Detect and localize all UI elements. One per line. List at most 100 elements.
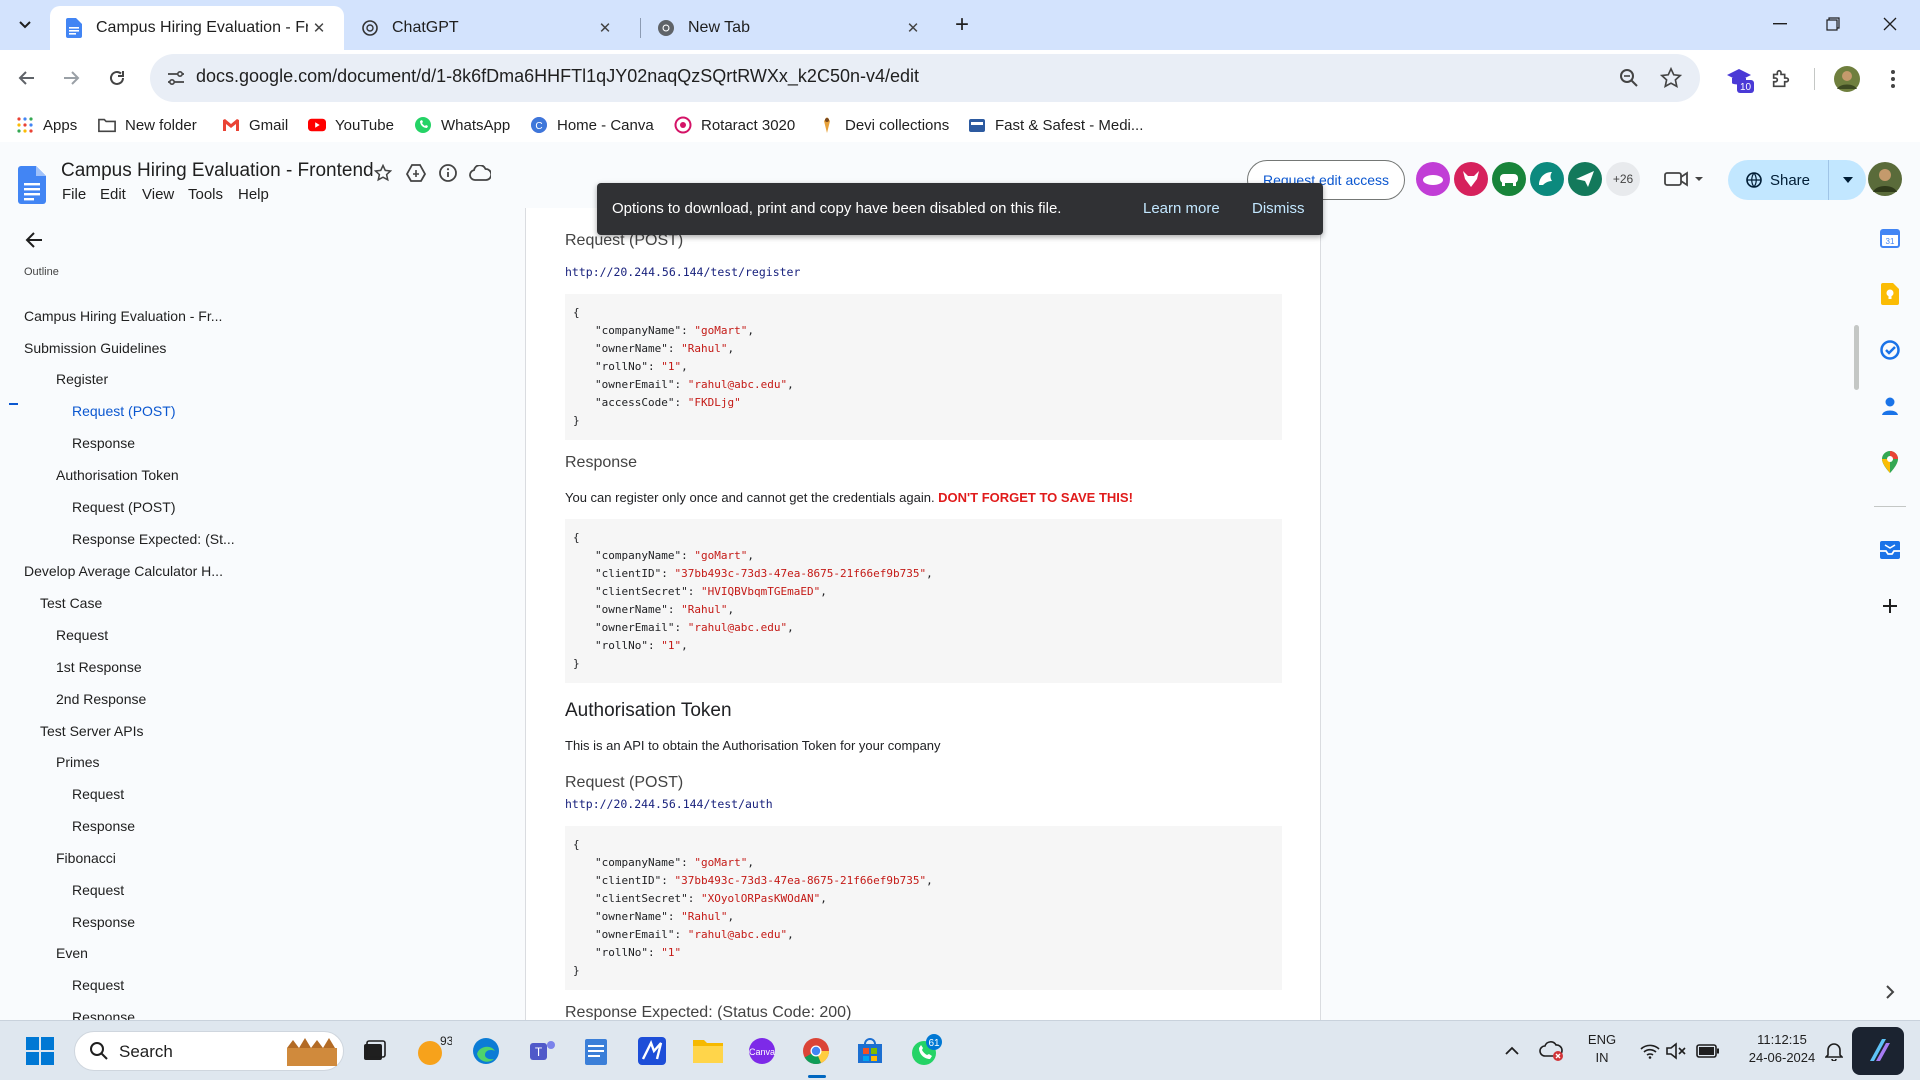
- outline-item[interactable]: Request: [72, 882, 124, 898]
- bookmark-devi-collections[interactable]: Devi collections: [818, 113, 949, 137]
- bookmark-rotaract[interactable]: Rotaract 3020: [674, 113, 795, 137]
- taskbar-search[interactable]: Search: [74, 1031, 344, 1071]
- info-icon[interactable]: [437, 162, 459, 184]
- docs-logo-icon[interactable]: [18, 166, 46, 204]
- tab-new-tab[interactable]: New Tab ✕: [642, 6, 938, 50]
- avatar[interactable]: [1454, 162, 1488, 196]
- keep-icon[interactable]: [1878, 282, 1902, 306]
- outline-item[interactable]: Request (POST): [72, 403, 175, 419]
- outline-item[interactable]: Response: [72, 818, 135, 834]
- avatar[interactable]: [1530, 162, 1564, 196]
- weather-widget[interactable]: 93°: [412, 1031, 452, 1071]
- bookmark-gmail[interactable]: Gmail: [222, 113, 288, 137]
- outline-item[interactable]: Test Case: [40, 595, 102, 611]
- task-view-button[interactable]: [354, 1031, 394, 1071]
- outline-item[interactable]: Test Server APIs: [40, 723, 143, 739]
- onedrive-status[interactable]: [1532, 1031, 1572, 1071]
- mail-tray-icon[interactable]: [1878, 538, 1902, 562]
- bookmark-canva[interactable]: C Home - Canva: [530, 113, 654, 137]
- extension-hat-button[interactable]: 10: [1720, 60, 1758, 98]
- contacts-icon[interactable]: [1878, 394, 1902, 418]
- outline-item[interactable]: Register: [56, 371, 108, 387]
- share-main[interactable]: Share: [1728, 172, 1828, 189]
- restore-button[interactable]: [1803, 4, 1863, 44]
- bookmark-whatsapp[interactable]: WhatsApp: [414, 113, 510, 137]
- add-addon-icon[interactable]: [1878, 594, 1902, 618]
- notifications-button[interactable]: [1814, 1031, 1854, 1071]
- bookmark-youtube[interactable]: YouTube: [308, 113, 394, 137]
- share-button[interactable]: Share: [1728, 160, 1866, 200]
- meet-button[interactable]: [1660, 164, 1708, 194]
- forward-button[interactable]: [52, 59, 90, 97]
- document-title[interactable]: Campus Hiring Evaluation - Frontend: [61, 160, 374, 182]
- start-button[interactable]: [20, 1031, 60, 1071]
- tab-docs[interactable]: Campus Hiring Evaluation - Fro ✕: [50, 6, 344, 50]
- outline-item[interactable]: Response Expected: (St...: [72, 531, 235, 547]
- taskbar-notepad[interactable]: [576, 1031, 616, 1071]
- menu-tools[interactable]: Tools: [188, 186, 223, 203]
- taskbar-store[interactable]: [850, 1031, 890, 1071]
- back-button[interactable]: [8, 59, 46, 97]
- tasks-icon[interactable]: [1878, 338, 1902, 362]
- zoom-icon[interactable]: [1615, 64, 1643, 92]
- menu-edit[interactable]: Edit: [100, 186, 126, 203]
- taskbar-teams[interactable]: T: [522, 1031, 562, 1071]
- outline-item[interactable]: 2nd Response: [56, 691, 146, 707]
- address-bar[interactable]: docs.google.com/document/d/1-8k6fDma6HHF…: [150, 54, 1700, 102]
- outline-item[interactable]: Authorisation Token: [56, 467, 179, 483]
- profile-button[interactable]: [1828, 60, 1866, 98]
- avatar[interactable]: [1416, 162, 1450, 196]
- bookmark-star-icon[interactable]: [1657, 64, 1685, 92]
- tab-search-button[interactable]: [10, 10, 40, 40]
- outline-item[interactable]: Response: [72, 435, 135, 451]
- star-icon[interactable]: [372, 162, 394, 184]
- bookmark-fast-safest[interactable]: Fast & Safest - Medi...: [968, 113, 1143, 137]
- show-hidden-icons-button[interactable]: [1492, 1031, 1532, 1071]
- outline-item[interactable]: Primes: [56, 754, 100, 770]
- copilot-button[interactable]: [1852, 1027, 1904, 1075]
- taskbar-whatsapp[interactable]: 61: [906, 1031, 946, 1071]
- outline-item[interactable]: Even: [56, 945, 88, 961]
- vertical-scrollbar[interactable]: [1854, 325, 1859, 390]
- browser-menu-button[interactable]: [1874, 60, 1912, 98]
- avatar[interactable]: [1492, 162, 1526, 196]
- close-window-button[interactable]: [1860, 4, 1920, 44]
- dismiss-button[interactable]: Dismiss: [1252, 200, 1305, 217]
- language-indicator[interactable]: ENG IN: [1580, 1031, 1624, 1067]
- close-icon[interactable]: ✕: [902, 17, 924, 39]
- learn-more-link[interactable]: Learn more: [1143, 200, 1220, 217]
- calendar-icon[interactable]: 31: [1878, 226, 1902, 250]
- more-collaborators-badge[interactable]: +26: [1606, 162, 1640, 196]
- outline-item[interactable]: Develop Average Calculator H...: [24, 563, 223, 579]
- taskbar-canva[interactable]: Canva: [742, 1031, 782, 1071]
- reload-button[interactable]: [98, 59, 136, 97]
- maps-icon[interactable]: [1878, 450, 1902, 474]
- menu-file[interactable]: File: [62, 186, 86, 203]
- menu-view[interactable]: View: [142, 186, 174, 203]
- outline-item[interactable]: Request: [72, 786, 124, 802]
- new-tab-button[interactable]: +: [948, 11, 976, 39]
- battery-status[interactable]: [1688, 1031, 1728, 1071]
- share-dropdown[interactable]: [1828, 160, 1866, 200]
- taskbar-file-explorer[interactable]: [688, 1031, 728, 1071]
- close-outline-button[interactable]: [20, 226, 48, 254]
- outline-item[interactable]: Request: [56, 627, 108, 643]
- account-avatar[interactable]: [1868, 162, 1902, 196]
- taskbar-chrome[interactable]: [796, 1031, 836, 1071]
- site-settings-icon[interactable]: [164, 66, 188, 90]
- extensions-button[interactable]: [1762, 60, 1800, 98]
- register-url[interactable]: http://20.244.56.144/test/register: [565, 265, 800, 279]
- outline-item[interactable]: Campus Hiring Evaluation - Fr...: [24, 308, 222, 324]
- tab-chatgpt[interactable]: ChatGPT ✕: [346, 6, 630, 50]
- auth-url[interactable]: http://20.244.56.144/test/auth: [565, 797, 773, 811]
- cloud-saved-icon[interactable]: [469, 162, 491, 184]
- outline-item[interactable]: Response: [72, 914, 135, 930]
- bookmark-apps[interactable]: Apps: [16, 113, 77, 137]
- minimize-button[interactable]: [1750, 4, 1810, 44]
- menu-help[interactable]: Help: [238, 186, 269, 203]
- taskbar-edge[interactable]: [466, 1031, 506, 1071]
- outline-item[interactable]: Request (POST): [72, 499, 175, 515]
- outline-item[interactable]: Fibonacci: [56, 850, 116, 866]
- close-icon[interactable]: ✕: [308, 17, 330, 39]
- outline-item[interactable]: 1st Response: [56, 659, 142, 675]
